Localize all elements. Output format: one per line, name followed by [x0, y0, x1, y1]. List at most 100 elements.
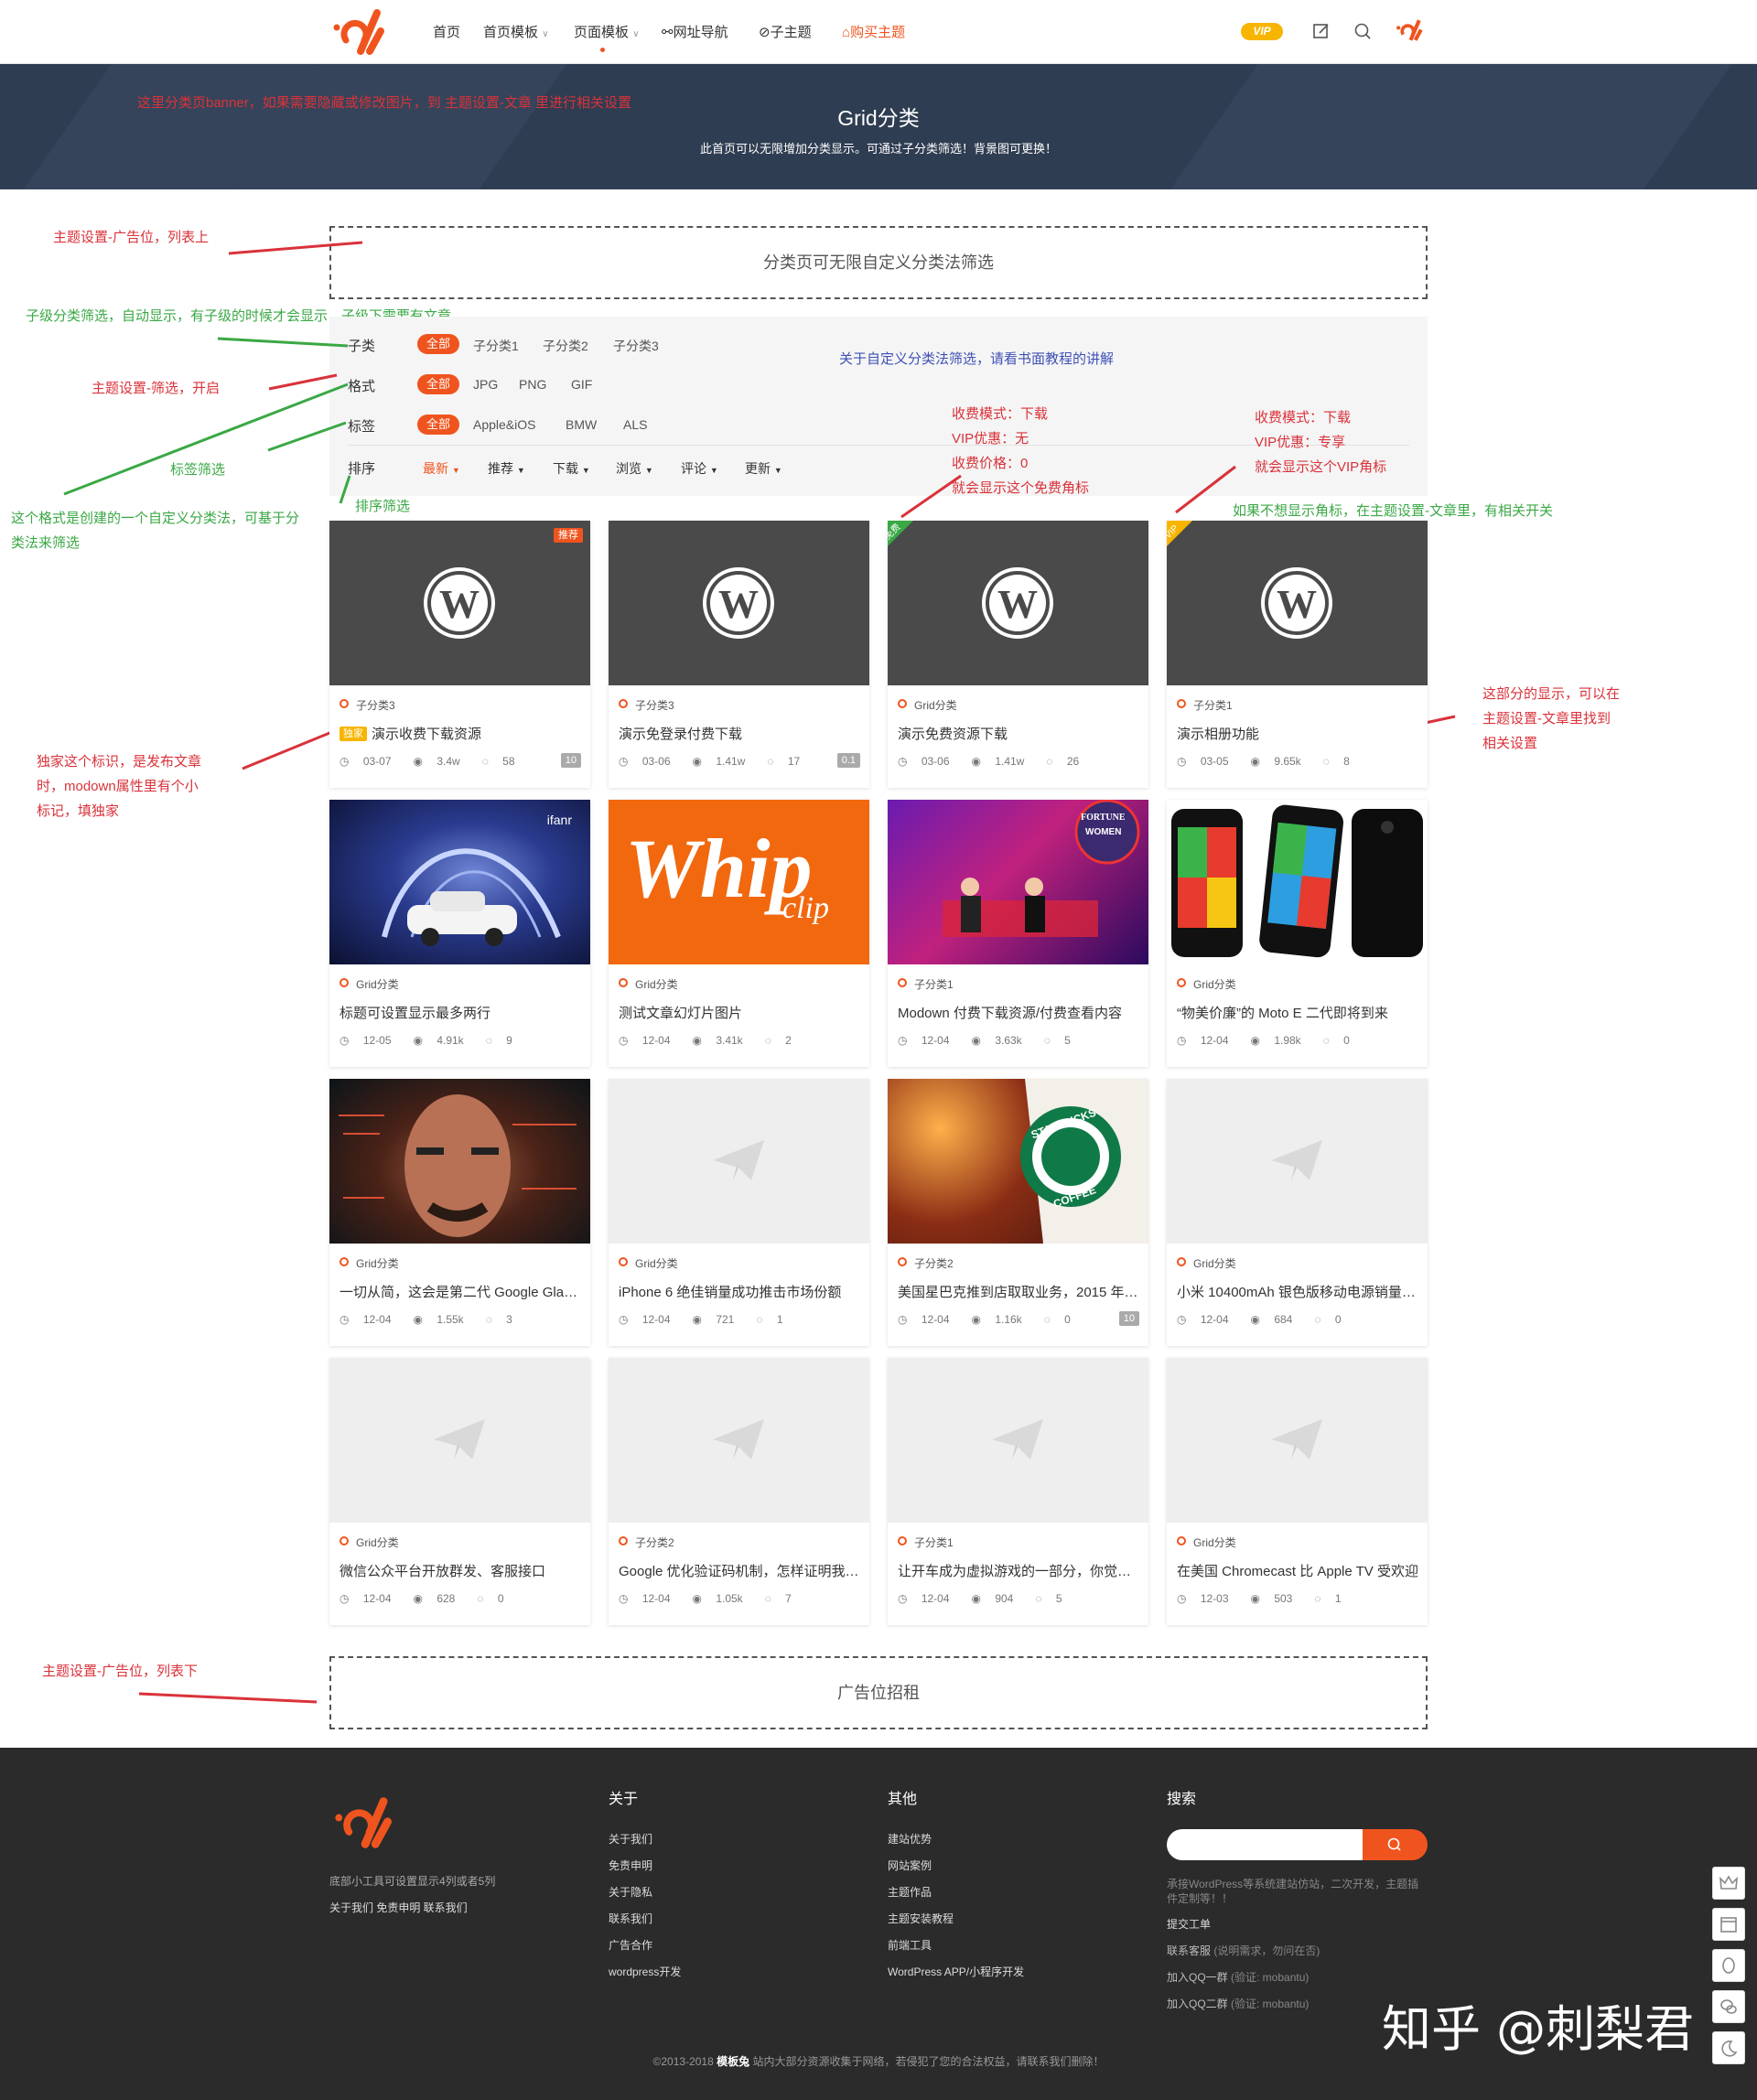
post-category[interactable]: Grid分类 — [340, 976, 399, 992]
post-card[interactable]: FORTUNE WOMEN 子分类1 Modown 付费下载资源/付费查看内容 ◷ 12… — [888, 800, 1148, 1067]
post-title[interactable]: iPhone 6 绝佳销量成功推击市场份额 — [619, 1282, 861, 1301]
post-title[interactable]: 小米 10400mAh 银色版移动电源销量突破 — [1177, 1282, 1419, 1301]
post-card[interactable]: Whip clip Grid分类 测试文章幻灯片图片 ◷ 12-04 ◉ 3.41k ◌ 2 — [609, 800, 869, 1067]
footer-link[interactable]: 前端工具 — [888, 1937, 932, 1953]
post-thumbnail[interactable] — [1167, 800, 1428, 964]
post-thumbnail[interactable]: W — [609, 521, 869, 685]
footer-qq1-link[interactable]: 加入QQ一群 (验证: mobantu) — [1167, 1969, 1309, 1985]
post-category[interactable]: Grid分类 — [1177, 1535, 1236, 1550]
post-category[interactable]: 子分类2 — [619, 1535, 674, 1550]
post-card[interactable]: W VIP 子分类1 演示相册功能 ◷ 03-05 ◉ 9.65k ◌ 8 — [1167, 521, 1428, 788]
post-title[interactable]: 在美国 Chromecast 比 Apple TV 受欢迎 — [1177, 1561, 1419, 1580]
post-card[interactable]: Grid分类 在美国 Chromecast 比 Apple TV 受欢迎 ◷ 12-… — [1167, 1358, 1428, 1625]
post-card[interactable]: STARBUCKS COFFEE 子分类2 美国星巴克推到店取取业务，2015 年启动… — [888, 1079, 1148, 1346]
post-category[interactable]: Grid分类 — [619, 1255, 678, 1271]
post-thumbnail[interactable]: W 免费 — [888, 521, 1148, 685]
post-category[interactable]: Grid分类 — [340, 1255, 399, 1271]
post-card[interactable]: Grid分类 小米 10400mAh 银色版移动电源销量突破 ◷ 12-04 ◉ 68… — [1167, 1079, 1428, 1346]
post-category[interactable]: Grid分类 — [619, 976, 678, 992]
post-thumbnail[interactable]: FORTUNE WOMEN — [888, 800, 1148, 964]
post-category[interactable]: Grid分类 — [1177, 976, 1236, 992]
post-category[interactable]: Grid分类 — [898, 697, 957, 713]
ad-slot-bottom[interactable]: 广告位招租 — [329, 1656, 1428, 1729]
footer-quick-links[interactable]: 关于我们 免责申明 联系我们 — [329, 1900, 468, 1915]
calendar-icon[interactable] — [1712, 1908, 1745, 1941]
vip-crown-icon[interactable] — [1712, 1867, 1745, 1900]
post-thumbnail[interactable] — [329, 1358, 590, 1523]
post-title[interactable]: 独家 演示收费下载资源 — [340, 724, 582, 743]
post-title[interactable]: Google 优化验证码机制，怎样证明我是人类 — [619, 1561, 861, 1580]
post-category[interactable]: Grid分类 — [1177, 1255, 1236, 1271]
comment-icon: ◌ — [1314, 1592, 1324, 1605]
post-thumbnail[interactable] — [609, 1358, 869, 1523]
post-title[interactable]: 演示免费资源下载 — [898, 724, 1140, 743]
footer-logo[interactable] — [329, 1795, 392, 1848]
post-card[interactable]: W 免费 Grid分类 演示免费资源下载 ◷ 03-06 ◉ 1.41w ◌ 26 — [888, 521, 1148, 788]
post-category[interactable]: Grid分类 — [340, 1535, 399, 1550]
post-title[interactable]: 微信公众平台开放群发、客服接口 — [340, 1561, 582, 1580]
post-title[interactable]: 测试文章幻灯片图片 — [619, 1003, 861, 1022]
footer-link[interactable]: 免责申明 — [609, 1858, 652, 1873]
post-card[interactable]: W 子分类3 演示免登录付费下载 ◷ 03-06 ◉ 1.41w ◌ 17 0.1 — [609, 521, 869, 788]
footer-link[interactable]: WordPress APP/小程序开发 — [888, 1964, 1024, 1979]
dark-mode-icon[interactable] — [1712, 2031, 1745, 2064]
post-thumbnail[interactable]: STARBUCKS COFFEE — [888, 1079, 1148, 1244]
post-title[interactable]: 标题可设置显示最多两行 — [340, 1003, 582, 1022]
footer-link[interactable]: wordpress开发 — [609, 1964, 681, 1979]
footer-qq2-link[interactable]: 加入QQ二群 (验证: mobantu) — [1167, 1996, 1309, 2011]
post-title[interactable]: 美国星巴克推到店取取业务，2015 年启动 — [898, 1282, 1140, 1301]
post-title-text: 美国星巴克推到店取取业务，2015 年启动 — [898, 1285, 1140, 1300]
footer-search-input[interactable] — [1167, 1829, 1363, 1860]
post-category[interactable]: 子分类3 — [619, 697, 674, 713]
post-card[interactable]: 子分类1 让开车成为虚拟游戏的一部分，你觉得怎么样 ◷ 12-04 ◉ 904 ◌ 5 — [888, 1358, 1148, 1625]
post-category[interactable]: 子分类3 — [340, 697, 395, 713]
qq-icon[interactable] — [1712, 1949, 1745, 1982]
post-thumbnail[interactable] — [1167, 1079, 1428, 1244]
footer-link[interactable]: 网站案例 — [888, 1858, 932, 1873]
post-category[interactable]: 子分类2 — [898, 1255, 954, 1271]
post-thumbnail[interactable]: W VIP — [1167, 521, 1428, 685]
footer-link[interactable]: 关于我们 — [609, 1831, 652, 1847]
footer-link[interactable]: 主题安装教程 — [888, 1911, 954, 1926]
post-thumbnail[interactable] — [609, 1079, 869, 1244]
post-card[interactable]: Grid分类 iPhone 6 绝佳销量成功推击市场份额 ◷ 12-04 ◉ 721 ◌… — [609, 1079, 869, 1346]
post-thumbnail[interactable]: Whip clip — [609, 800, 869, 964]
wechat-icon[interactable] — [1712, 1990, 1745, 2023]
post-meta: ◷ 12-05 ◉ 4.91k ◌ 9 — [340, 1034, 534, 1047]
footer-ticket-link[interactable]: 提交工单 — [1167, 1916, 1211, 1932]
post-card[interactable]: W 推荐 子分类3 独家 演示收费下载资源 ◷ 03-07 ◉ 3.4w ◌ 58 10 — [329, 521, 590, 788]
footer-description: 底部小工具可设置显示4列或者5列 — [329, 1875, 496, 1888]
comment-icon: ◌ — [481, 755, 492, 768]
post-thumbnail[interactable] — [329, 1079, 590, 1244]
post-card[interactable]: ifanr Grid分类标题可设置显示最多两行 ◷ 12-05 ◉ 4.91k ◌ 9 — [329, 800, 590, 1067]
post-category[interactable]: 子分类1 — [898, 1535, 954, 1550]
post-category[interactable]: 子分类1 — [1177, 697, 1233, 713]
footer-link[interactable]: 关于隐私 — [609, 1884, 652, 1900]
footer-search-button[interactable] — [1363, 1829, 1428, 1860]
comment-icon: ◌ — [485, 1313, 496, 1326]
post-meta: ◷ 12-04 ◉ 1.05k ◌ 7 — [619, 1592, 814, 1605]
footer-link[interactable]: 广告合作 — [609, 1937, 652, 1953]
post-card[interactable]: Grid分类 微信公众平台开放群发、客服接口 ◷ 12-04 ◉ 628 ◌ 0 — [329, 1358, 590, 1625]
post-category[interactable]: 子分类1 — [898, 976, 954, 992]
copyright-brand[interactable]: 模板兔 — [717, 2055, 749, 2068]
qq-note: (验证: mobantu) — [1231, 1971, 1310, 1984]
footer-service-link[interactable]: 联系客服 (说明需求，勿问在否) — [1167, 1943, 1320, 1958]
post-card[interactable]: Grid分类 一切从简，这会是第二代 Google Glass 吗 ◷ 12-04 ◉… — [329, 1079, 590, 1346]
post-title[interactable]: Modown 付费下载资源/付费查看内容 — [898, 1003, 1140, 1022]
post-thumbnail[interactable]: ifanr — [329, 800, 590, 964]
post-thumbnail[interactable] — [1167, 1358, 1428, 1523]
post-title[interactable]: 让开车成为虚拟游戏的一部分，你觉得怎么样 — [898, 1561, 1140, 1580]
footer-link[interactable]: 建站优势 — [888, 1831, 932, 1847]
post-thumbnail[interactable] — [888, 1358, 1148, 1523]
post-card[interactable]: Grid分类 “物美价廉”的 Moto E 二代即将到来 ◷ 12-04 ◉ 1.98… — [1167, 800, 1428, 1067]
post-title[interactable]: “物美价廉”的 Moto E 二代即将到来 — [1177, 1003, 1419, 1022]
meta-value: 1.41w — [995, 755, 1025, 768]
footer-link[interactable]: 主题作品 — [888, 1884, 932, 1900]
post-card[interactable]: 子分类2 Google 优化验证码机制，怎样证明我是人类 ◷ 12-04 ◉ 1.05… — [609, 1358, 869, 1625]
post-thumbnail[interactable]: W 推荐 — [329, 521, 590, 685]
footer-link[interactable]: 联系我们 — [609, 1911, 652, 1926]
post-title[interactable]: 演示相册功能 — [1177, 724, 1419, 743]
post-title[interactable]: 一切从简，这会是第二代 Google Glass 吗 — [340, 1282, 582, 1301]
post-title[interactable]: 演示免登录付费下载 — [619, 724, 861, 743]
